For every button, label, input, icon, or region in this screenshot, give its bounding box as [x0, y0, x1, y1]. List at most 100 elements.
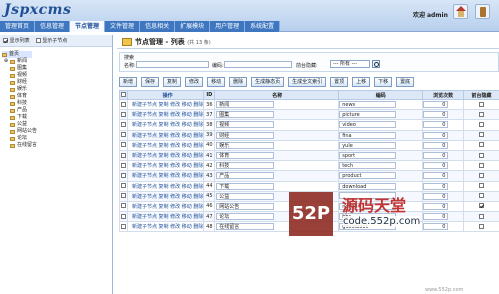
op-link-2[interactable]: 修改	[170, 224, 180, 230]
search-name-input[interactable]	[136, 61, 209, 68]
row-checkbox[interactable]	[120, 203, 126, 209]
header-id[interactable]: ID	[203, 90, 216, 100]
row-hidden-cell[interactable]	[462, 221, 499, 233]
row-code-input[interactable]: yule	[339, 141, 397, 149]
row-hidden-checkbox[interactable]	[478, 172, 484, 178]
op-link-3[interactable]: 移动	[182, 143, 192, 149]
row-hidden-cell[interactable]	[462, 149, 499, 162]
row-name-input[interactable]: 财经	[216, 131, 275, 139]
row-name-input[interactable]: 新闻	[216, 101, 275, 109]
op-link-1[interactable]: 复制	[159, 163, 169, 169]
row-hidden-cell[interactable]	[462, 170, 499, 182]
op-link-0[interactable]: 新建子节点	[132, 224, 157, 230]
select-all-checkbox[interactable]	[120, 92, 126, 97]
op-link-2[interactable]: 修改	[170, 214, 180, 220]
op-link-2[interactable]: 修改	[170, 204, 180, 210]
op-link-3[interactable]: 移动	[182, 163, 192, 169]
row-hidden-cell[interactable]	[462, 190, 499, 202]
op-link-3[interactable]: 移动	[182, 184, 192, 190]
row-views-input[interactable]: 0	[423, 172, 449, 180]
move-button[interactable]: 移动	[207, 77, 226, 87]
row-views-input[interactable]: 0	[423, 152, 449, 160]
op-link-3[interactable]: 移动	[182, 153, 192, 159]
move-up-button[interactable]: 上移	[352, 77, 371, 87]
tree-expand-icon[interactable]: ⊕	[2, 58, 10, 65]
row-check-cell[interactable]	[119, 149, 128, 162]
op-link-1[interactable]: 复制	[159, 214, 169, 220]
header-views[interactable]: 浏览次数	[422, 90, 464, 100]
row-check-cell[interactable]	[119, 200, 128, 213]
logout-icon[interactable]	[475, 4, 490, 19]
copy-button[interactable]: 复制	[163, 77, 182, 87]
row-name-input[interactable]: 娱乐	[216, 141, 275, 149]
nav-system[interactable]: 系统配置	[245, 21, 281, 32]
tree-item-sport[interactable]: 体育	[2, 93, 112, 100]
select-all-cell[interactable]	[119, 90, 128, 100]
row-name-input[interactable]: 图集	[216, 111, 275, 119]
row-name-input[interactable]: 下载	[216, 182, 275, 190]
row-name-input[interactable]: 在线留言	[216, 223, 275, 231]
op-link-1[interactable]: 复制	[159, 204, 169, 210]
show-list-checkbox[interactable]	[3, 38, 8, 43]
generate-static-button[interactable]: 生成静态页	[251, 77, 285, 87]
row-hidden-cell[interactable]	[462, 180, 499, 192]
home-icon[interactable]	[453, 4, 468, 19]
row-code-input[interactable]: sport	[339, 152, 397, 160]
nav-home[interactable]: 管理首页	[0, 21, 36, 32]
op-link-4[interactable]: 删除	[193, 143, 203, 149]
row-name-input[interactable]: 论坛	[216, 213, 275, 221]
op-link-4[interactable]: 删除	[193, 173, 203, 179]
row-check-cell[interactable]	[119, 211, 128, 223]
tree-item-charity[interactable]: 公益	[2, 121, 112, 128]
tree-item-tech[interactable]: 科技	[2, 100, 112, 107]
row-hidden-checkbox[interactable]	[478, 111, 484, 117]
op-link-1[interactable]: 复制	[159, 184, 169, 190]
op-link-3[interactable]: 移动	[182, 194, 192, 200]
hidden-select[interactable]: --- 所有 ---	[330, 60, 370, 68]
op-link-0[interactable]: 新建子节点	[132, 102, 157, 108]
op-link-0[interactable]: 新建子节点	[132, 194, 157, 200]
nav-info-related[interactable]: 信息相关	[140, 21, 176, 32]
row-code-input[interactable]: video	[339, 121, 397, 129]
search-icon[interactable]	[372, 60, 380, 68]
row-check-cell[interactable]	[119, 119, 128, 131]
row-check-cell[interactable]	[119, 129, 128, 141]
op-link-1[interactable]: 复制	[159, 153, 169, 159]
row-views-input[interactable]: 0	[423, 182, 449, 190]
header-name[interactable]: 名称	[214, 90, 340, 100]
op-link-3[interactable]: 移动	[182, 204, 192, 210]
op-link-2[interactable]: 修改	[170, 184, 180, 190]
nav-node[interactable]: 节点管理	[70, 21, 106, 32]
row-hidden-cell[interactable]	[462, 129, 499, 141]
row-check-cell[interactable]	[119, 180, 128, 192]
op-link-4[interactable]: 删除	[193, 224, 203, 230]
op-link-1[interactable]: 复制	[159, 194, 169, 200]
nav-user[interactable]: 用户管理	[210, 21, 246, 32]
row-views-input[interactable]: 0	[423, 141, 449, 149]
row-hidden-cell[interactable]	[462, 139, 499, 151]
row-check-cell[interactable]	[119, 160, 128, 172]
op-link-1[interactable]: 复制	[159, 143, 169, 149]
row-name-input[interactable]: 科技	[216, 162, 275, 170]
row-name-input[interactable]: 网站公告	[216, 202, 275, 210]
tree-item-entertainment[interactable]: 娱乐	[2, 86, 112, 93]
row-code-input[interactable]: download	[339, 182, 397, 190]
nav-file[interactable]: 文件管理	[105, 21, 141, 32]
tree-item-guestbook[interactable]: 在线留言	[2, 142, 112, 149]
row-hidden-cell[interactable]	[462, 119, 499, 131]
row-check-cell[interactable]	[119, 170, 128, 182]
show-children-option[interactable]: 显示子节点	[35, 37, 67, 44]
op-link-1[interactable]: 复制	[159, 112, 169, 118]
row-check-cell[interactable]	[119, 109, 128, 121]
op-link-3[interactable]: 移动	[182, 173, 192, 179]
row-code-input[interactable]: tech	[339, 162, 397, 170]
op-link-0[interactable]: 新建子节点	[132, 122, 157, 128]
row-views-input[interactable]: 0	[423, 131, 449, 139]
row-check-cell[interactable]	[119, 190, 128, 202]
tree-item-finance[interactable]: 财经	[2, 79, 112, 86]
row-hidden-checkbox[interactable]	[478, 183, 484, 189]
op-link-2[interactable]: 修改	[170, 143, 180, 149]
row-name-input[interactable]: 体育	[216, 152, 275, 160]
row-checkbox[interactable]	[120, 132, 126, 138]
row-checkbox[interactable]	[120, 193, 126, 199]
